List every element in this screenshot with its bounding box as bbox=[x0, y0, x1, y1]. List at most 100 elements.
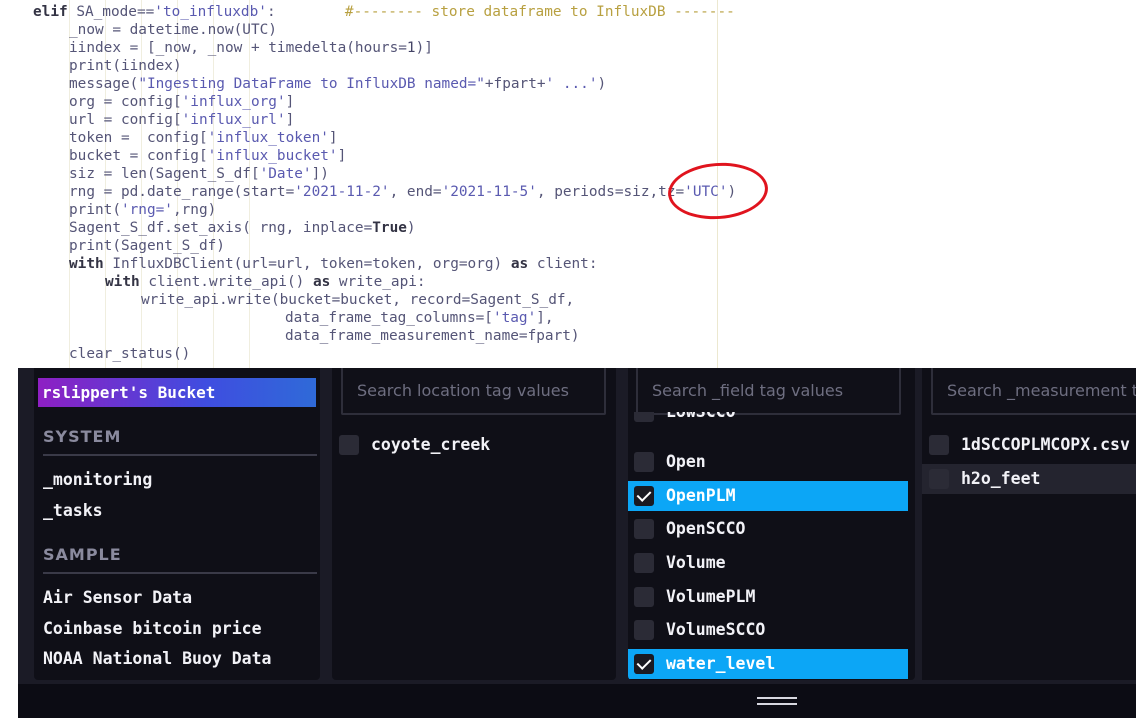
code-token: print( bbox=[69, 202, 121, 218]
code-line: write_api.write(bucket=bucket, record=Sa… bbox=[141, 291, 574, 309]
tag-row-volumescco[interactable]: VolumeSCCO bbox=[628, 615, 908, 645]
code-token: 'tag' bbox=[492, 310, 537, 326]
tag-label: coyote_creek bbox=[371, 435, 491, 454]
code-token: #-------- store dataframe to InfluxDB --… bbox=[344, 4, 735, 20]
code-token: 'influx_url' bbox=[181, 112, 286, 128]
tag-label: 1dSCCOPLMCOPX.csv bbox=[961, 435, 1130, 454]
blank-area bbox=[790, 0, 1136, 368]
code-token: ] bbox=[337, 148, 347, 164]
location-search-input[interactable] bbox=[343, 368, 604, 413]
code-token: ]) bbox=[311, 166, 329, 182]
tag-row-partial[interactable]: LowSCCO bbox=[628, 412, 908, 432]
code-token: ) bbox=[597, 76, 607, 92]
tag-row-volume[interactable]: Volume bbox=[628, 548, 908, 578]
code-token: _now = datetime.now(UTC) bbox=[69, 22, 277, 38]
bucket-item-coinbase[interactable]: Coinbase bitcoin price bbox=[43, 617, 262, 641]
code-token: )] bbox=[415, 40, 433, 56]
code-token: 1 bbox=[406, 40, 416, 56]
location-tag-selector: coyote_creek bbox=[332, 368, 616, 680]
checkbox-icon[interactable] bbox=[634, 412, 654, 422]
code-line: data_frame_tag_columns=['tag'], bbox=[285, 309, 554, 327]
tag-row-water-level[interactable]: water_level bbox=[628, 649, 908, 679]
checkmark-icon bbox=[636, 487, 652, 502]
checkbox-icon[interactable] bbox=[634, 452, 654, 472]
code-token: data_frame_measurement_name=fpart) bbox=[285, 328, 580, 344]
code-token: token = config[ bbox=[69, 130, 208, 146]
tag-label: LowSCCO bbox=[666, 412, 736, 427]
code-token: client: bbox=[528, 256, 598, 272]
tag-row-openscco[interactable]: OpenSCCO bbox=[628, 514, 908, 544]
code-token: 'influx_org' bbox=[181, 94, 286, 110]
code-token: +fpart+ bbox=[484, 76, 546, 92]
tag-row-volumeplm[interactable]: VolumePLM bbox=[628, 582, 908, 612]
code-token: print(iindex) bbox=[69, 58, 182, 74]
code-token: as bbox=[510, 256, 529, 272]
measurement-search-input[interactable] bbox=[933, 368, 1136, 413]
code-token: 'influx_token' bbox=[207, 130, 329, 146]
checkbox-icon[interactable] bbox=[929, 435, 949, 455]
location-search-box bbox=[341, 368, 606, 415]
code-token: rng = pd.date_range(start= bbox=[69, 184, 295, 200]
code-line: iindex = [_now, _now + timedelta(hours=1… bbox=[69, 39, 433, 57]
code-token: with bbox=[69, 256, 104, 272]
bucket-item-tasks[interactable]: _tasks bbox=[43, 499, 103, 523]
code-token: True bbox=[372, 220, 407, 236]
code-token: ) bbox=[406, 220, 416, 236]
code-token: url = config[ bbox=[69, 112, 182, 128]
tag-label: water_level bbox=[666, 654, 776, 673]
code-line: print(iindex) bbox=[69, 57, 182, 75]
bucket-item-monitoring[interactable]: _monitoring bbox=[43, 468, 152, 492]
code-line: with InfluxDBClient(url=url, token=token… bbox=[69, 255, 598, 273]
checkbox-icon[interactable] bbox=[634, 486, 654, 506]
tag-row-coyote-creek[interactable]: coyote_creek bbox=[332, 430, 616, 460]
code-token: ' ...' bbox=[545, 76, 598, 92]
tag-row-h2o-feet[interactable]: h2o_feet bbox=[922, 464, 1136, 494]
code-line: print('rng=',rng) bbox=[69, 201, 216, 219]
code-line: elif SA_mode=='to_influxdb': #-------- s… bbox=[33, 3, 735, 21]
tag-row-1dsccoplmcopx[interactable]: 1dSCCOPLMCOPX.csv bbox=[922, 430, 1136, 460]
tag-row-open[interactable]: Open bbox=[628, 447, 908, 477]
bucket-item-noaa[interactable]: NOAA National Buoy Data bbox=[43, 647, 271, 671]
tag-label: VolumeSCCO bbox=[666, 620, 766, 639]
checkbox-icon[interactable] bbox=[634, 620, 654, 640]
code-token: with bbox=[105, 274, 140, 290]
code-token: print(Sagent_S_df) bbox=[69, 238, 225, 254]
code-token: org = config[ bbox=[69, 94, 182, 110]
checkbox-icon[interactable] bbox=[929, 469, 949, 489]
code-line: clear_status() bbox=[69, 345, 190, 363]
code-token: '2021-11-2' bbox=[294, 184, 390, 200]
measurement-tag-selector: 1dSCCOPLMCOPX.csv h2o_feet bbox=[922, 368, 1136, 680]
checkbox-icon[interactable] bbox=[634, 654, 654, 674]
checkmark-icon bbox=[636, 655, 652, 670]
code-line: token = config['influx_token'] bbox=[69, 129, 338, 147]
tag-label: OpenSCCO bbox=[666, 519, 746, 538]
field-search-input[interactable] bbox=[638, 368, 899, 413]
code-token: '2021-11-5' bbox=[441, 184, 537, 200]
checkbox-icon[interactable] bbox=[634, 553, 654, 573]
code-token: ] bbox=[285, 112, 295, 128]
bucket-item-air-sensor[interactable]: Air Sensor Data bbox=[43, 586, 192, 610]
sample-heading: SAMPLE bbox=[43, 540, 317, 574]
code-token: ] bbox=[285, 94, 295, 110]
checkbox-icon[interactable] bbox=[339, 435, 359, 455]
code-token: ,rng) bbox=[172, 202, 217, 218]
code-token: : bbox=[266, 4, 345, 20]
tag-row-openplm[interactable]: OpenPLM bbox=[628, 481, 908, 511]
code-token: ] bbox=[328, 130, 338, 146]
code-token: siz = len(Sagent_S_df[ bbox=[69, 166, 260, 182]
checkbox-icon[interactable] bbox=[634, 519, 654, 539]
resize-handle-icon[interactable] bbox=[757, 697, 797, 705]
tag-label: Volume bbox=[666, 553, 726, 572]
code-line: _now = datetime.now(UTC) bbox=[69, 21, 277, 39]
code-token: clear_status() bbox=[69, 346, 191, 362]
code-editor[interactable]: elif SA_mode=='to_influxdb': #-------- s… bbox=[0, 0, 790, 369]
code-token: as bbox=[312, 274, 331, 290]
code-line: Sagent_S_df.set_axis( rng, inplace=True) bbox=[69, 219, 416, 237]
checkbox-icon[interactable] bbox=[634, 587, 654, 607]
code-line: message("Ingesting DataFrame to InfluxDB… bbox=[69, 75, 606, 93]
code-token: iindex = [_now, _now + timedelta(hours= bbox=[69, 40, 407, 56]
code-line: with client.write_api() as write_api: bbox=[105, 273, 426, 291]
tag-label: h2o_feet bbox=[961, 469, 1041, 488]
field-search-box bbox=[636, 368, 901, 415]
bucket-item-selected[interactable]: rslippert's Bucket bbox=[38, 378, 316, 407]
